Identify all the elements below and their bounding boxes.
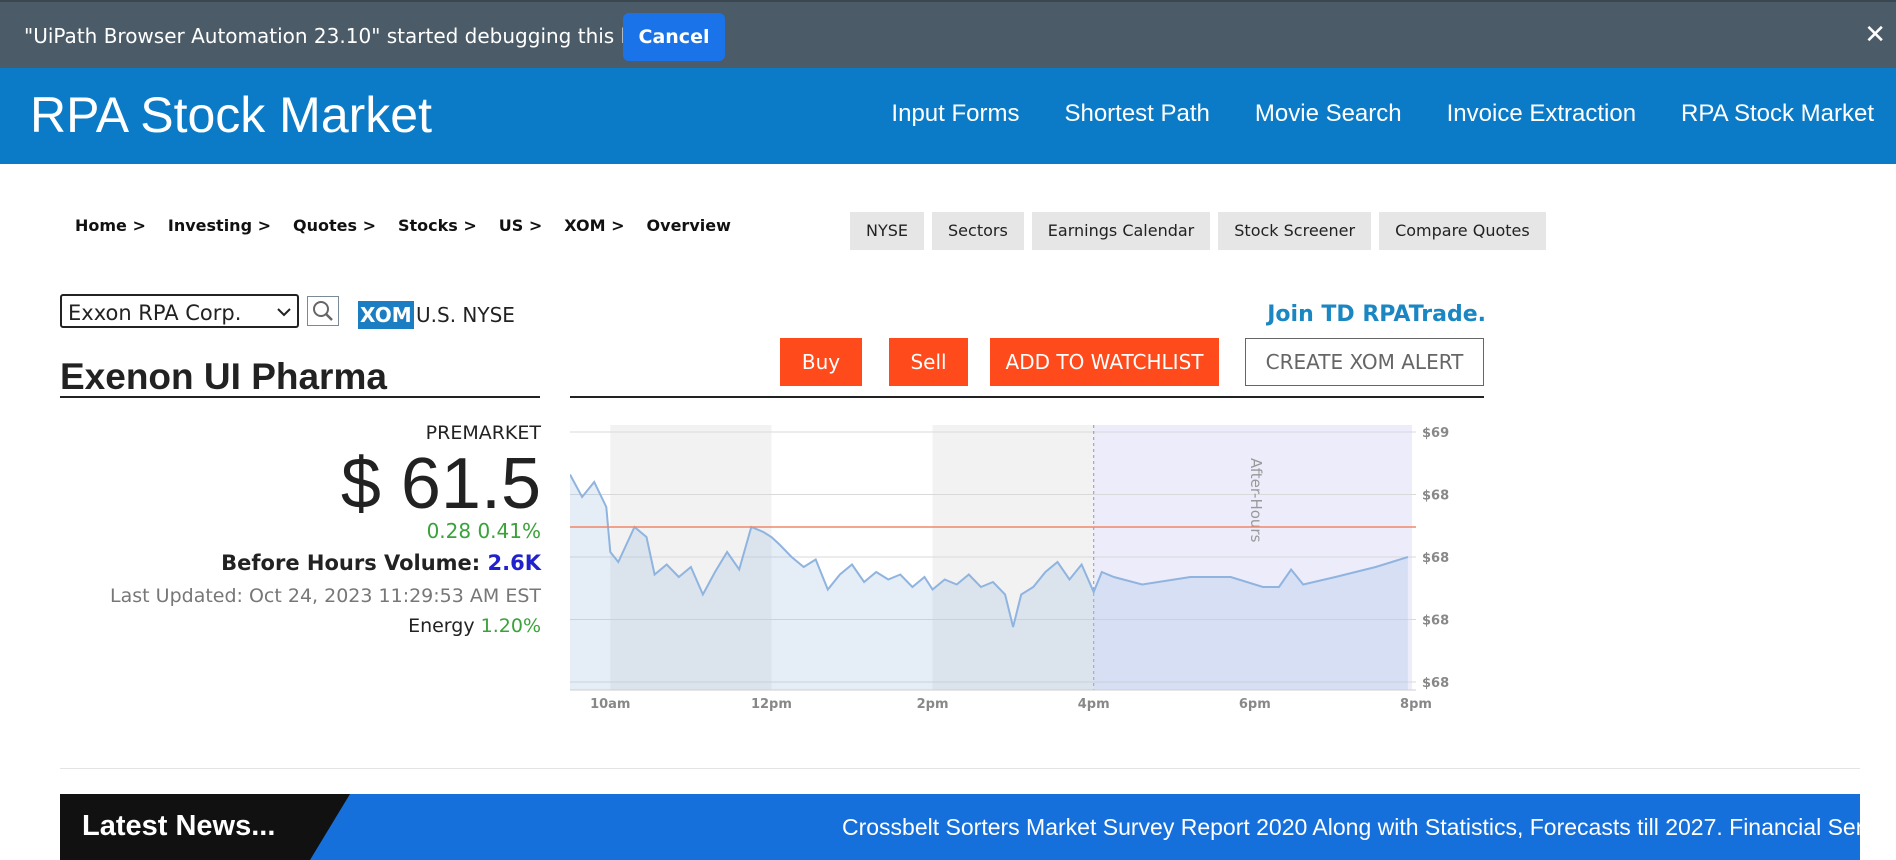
tab-compare-quotes[interactable]: Compare Quotes [1379,212,1546,250]
search-icon [313,301,333,321]
buy-button[interactable]: Buy [780,338,862,386]
volume-line: Before Hours Volume: 2.6K [60,546,541,580]
debugging-infobar: "UiPath Browser Automation 23.10" starte… [0,0,1896,68]
news-ticker: Latest News... Crossbelt Sorters Market … [60,794,1860,860]
y-tick-label: $68.25 [1422,614,1450,629]
x-tick-label: 12pm [751,697,792,712]
add-to-watchlist-button[interactable]: ADD TO WATCHLIST [990,338,1219,386]
x-tick-label: 10am [590,697,630,712]
price-block: PREMARKET $ 61.5 0.28 0.41% Before Hours… [60,420,541,640]
section-divider [60,768,1860,769]
tab-nyse[interactable]: NYSE [850,212,925,250]
volume-label: Before Hours Volume: [221,551,481,575]
y-tick-label: $68.75 [1422,489,1450,504]
tab-stock-screener[interactable]: Stock Screener [1218,212,1372,250]
main-nav: Input Forms Shortest Path Movie Search I… [891,100,1874,128]
exchange-label: U.S. NYSE [416,303,515,327]
sell-button[interactable]: Sell [889,338,968,386]
market-tabs: NYSE Sectors Earnings Calendar Stock Scr… [850,212,1546,250]
y-tick-label: $68.50 [1422,551,1450,566]
news-headline[interactable]: Crossbelt Sorters Market Survey Report 2… [842,814,1860,841]
x-tick-label: 4pm [1078,697,1110,712]
breadcrumb-quotes[interactable]: Quotes > [293,216,376,235]
breadcrumb: Home > Investing > Quotes > Stocks > US … [75,216,731,235]
nav-shortest-path[interactable]: Shortest Path [1064,100,1209,128]
sector-line: Energy 1.20% [60,612,541,640]
nav-invoice-extraction[interactable]: Invoice Extraction [1447,100,1636,128]
price-value: $ 61.5 [340,444,541,524]
search-button[interactable] [307,296,339,326]
site-header: RPA Stock Market Input Forms Shortest Pa… [0,68,1896,164]
company-select-value: Exxon RPA Corp. [68,301,242,325]
breadcrumb-home[interactable]: Home > [75,216,146,235]
nav-movie-search[interactable]: Movie Search [1255,100,1402,128]
premarket-label: PREMARKET [425,422,541,444]
tab-earnings-calendar[interactable]: Earnings Calendar [1031,212,1211,250]
nav-input-forms[interactable]: Input Forms [891,100,1019,128]
debugging-message: "UiPath Browser Automation 23.10" starte… [24,24,701,48]
close-icon[interactable]: ✕ [1864,20,1886,50]
tab-sectors[interactable]: Sectors [932,212,1024,250]
company-name: Exenon UI Pharma [60,356,387,397]
breadcrumb-xom[interactable]: XOM > [564,216,624,235]
create-alert-button[interactable]: CREATE XOM ALERT [1245,338,1484,386]
last-updated: Last Updated: Oct 24, 2023 11:29:53 AM E… [110,585,541,607]
breadcrumb-investing[interactable]: Investing > [168,216,271,235]
news-label: Latest News... [82,810,276,842]
x-tick-label: 2pm [917,697,949,712]
sector-label: Energy [408,615,475,637]
join-link[interactable]: Join TD RPATrade. [1267,302,1486,327]
site-title: RPA Stock Market [30,87,432,143]
divider [570,396,1484,398]
news-label-box: Latest News... [60,794,350,860]
company-select[interactable]: Exxon RPA Corp. [60,294,299,328]
after-hours-label: After-Hours [1247,458,1265,543]
breadcrumb-overview[interactable]: Overview [647,216,731,235]
nav-rpa-stock-market[interactable]: RPA Stock Market [1681,100,1874,128]
breadcrumb-stocks[interactable]: Stocks > [398,216,477,235]
y-tick-label: $69.00 [1422,426,1450,441]
volume-value: 2.6K [487,551,541,575]
sector-change: 1.20% [480,615,541,637]
chevron-down-icon [277,299,291,325]
price-chart: $69.00 $68.75 $68.50 $68.25 $68.00 10am 12pm 2p… [570,425,1450,712]
divider [60,396,540,398]
price-change: 0.28 0.41% [426,519,541,543]
y-tick-label: $68.00 [1422,676,1450,691]
x-tick-label: 6pm [1239,697,1271,712]
x-tick-label: 8pm [1400,697,1432,712]
breadcrumb-us[interactable]: US > [499,216,543,235]
ticker-symbol: XOM [358,301,414,329]
cancel-debugging-button[interactable]: Cancel [623,13,725,61]
